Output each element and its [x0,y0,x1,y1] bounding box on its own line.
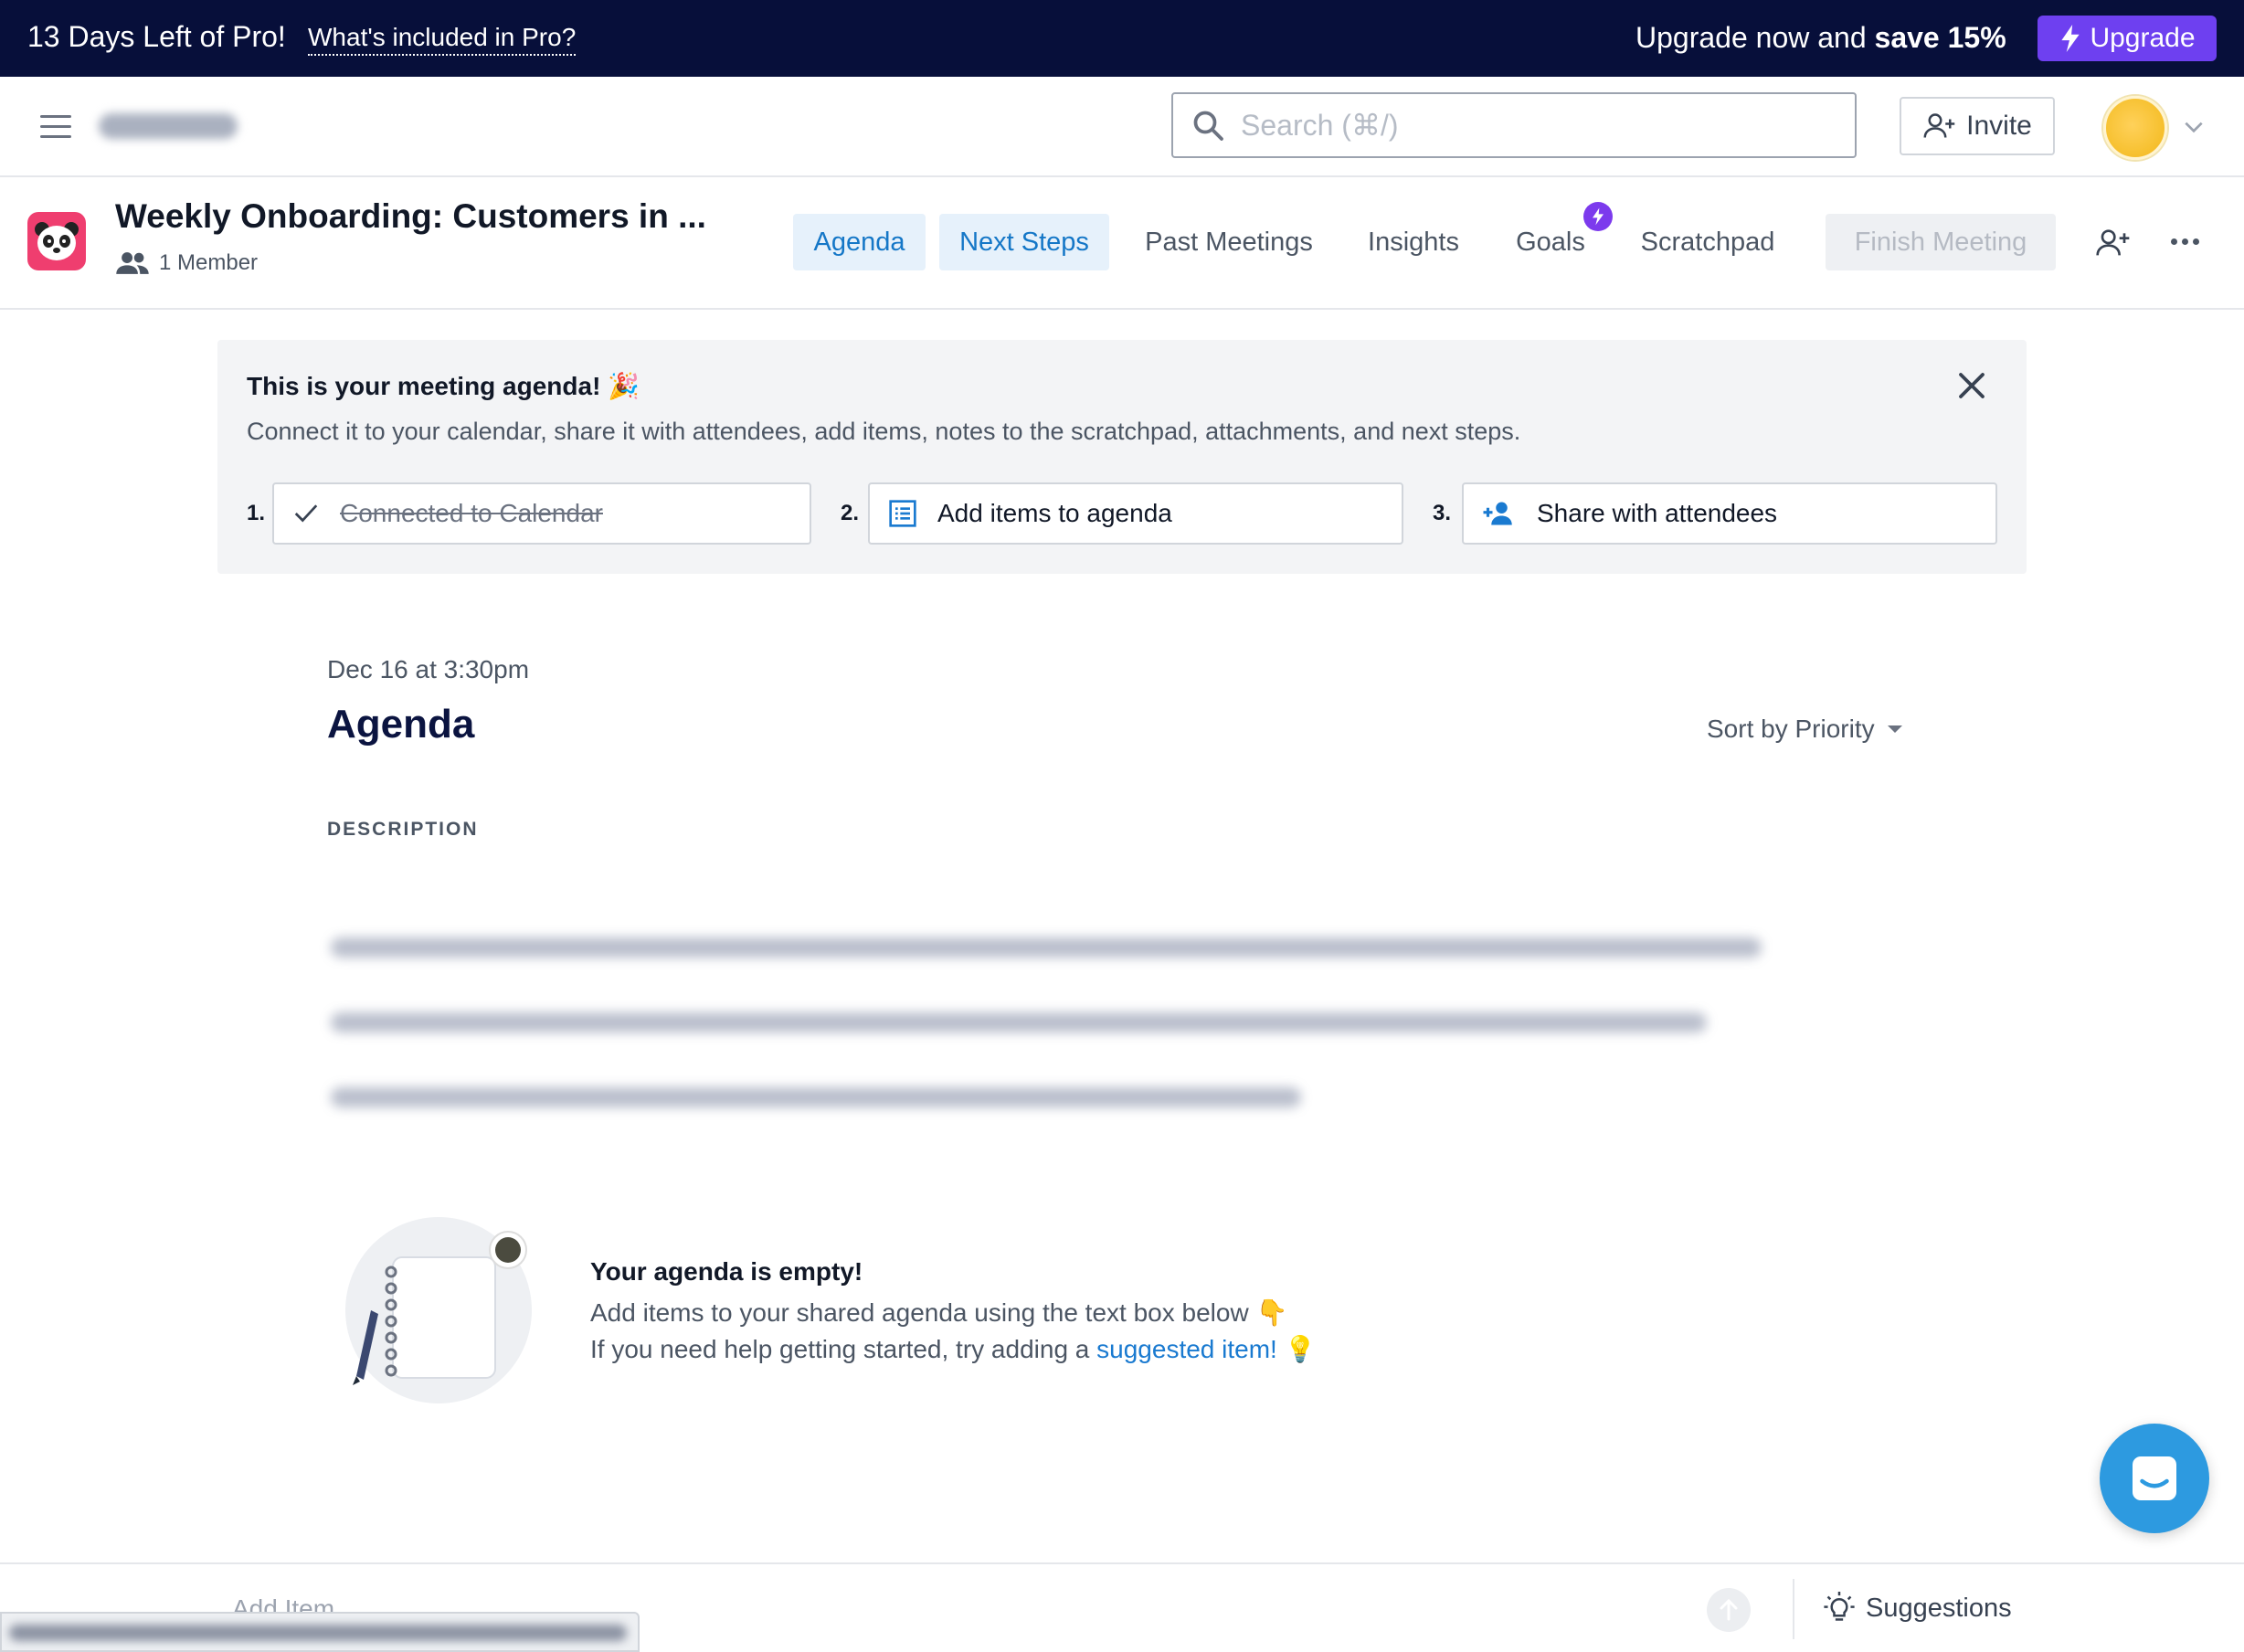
suggested-item-link[interactable]: suggested item! [1096,1335,1277,1363]
step-label: Connected to Calendar [340,499,603,527]
step-number: 3. [1433,501,1452,525]
list-icon [889,500,916,527]
add-user-icon[interactable] [2095,228,2132,259]
people-icon [116,252,149,274]
promo-banner: 13 Days Left of Pro! What's included in … [0,0,2244,77]
add-user-icon [1483,502,1512,525]
invite-label: Invite [1966,111,2032,141]
chat-support-button[interactable] [2100,1424,2209,1533]
step-add-items[interactable]: Add items to agenda [868,482,1403,545]
more-options-icon[interactable] [2171,232,2202,250]
onboarding-card: This is your meeting agenda! 🎉 Connect i… [217,340,2027,574]
step-share-attendees[interactable]: Share with attendees [1462,482,1997,545]
add-user-icon [1923,113,1955,138]
step-number: 1. [247,501,266,525]
description-label: DESCRIPTION [327,819,479,840]
close-icon[interactable] [1955,369,1988,402]
chevron-down-icon[interactable] [2182,115,2206,139]
meeting-date: Dec 16 at 3:30pm [327,655,530,683]
empty-state-line1: Add items to your shared agenda using th… [590,1298,1288,1327]
search-box[interactable] [1171,92,1857,158]
top-bar: Invite [0,77,2244,177]
panda-icon [27,212,86,270]
invite-button[interactable]: Invite [1900,97,2055,155]
check-icon [294,504,318,523]
divider [1793,1579,1794,1639]
lightbulb-icon [1824,1592,1855,1621]
onboarding-title: This is your meeting agenda! 🎉 [247,372,640,400]
upgrade-save-text: Upgrade now and save 15% [1635,21,2006,54]
send-button[interactable] [1707,1588,1751,1632]
empty-state-line2: If you need help getting started, try ad… [590,1335,1317,1363]
search-icon [1193,111,1223,141]
description-text[interactable] [331,937,1762,958]
tab-insights[interactable]: Insights [1354,214,1473,270]
browser-status-url [0,1612,640,1652]
whats-included-link[interactable]: What's included in Pro? [308,23,577,56]
step-connected-calendar[interactable]: Connected to Calendar [272,482,811,545]
onboarding-description: Connect it to your calendar, share it wi… [247,418,1521,445]
chat-icon [2133,1456,2176,1500]
lightning-icon [2061,25,2080,52]
avatar[interactable] [2103,96,2167,160]
step-label: Add items to agenda [937,499,1172,527]
sort-dropdown[interactable]: Sort by Priority [1707,715,1902,744]
description-text[interactable] [331,1087,1301,1107]
workspace-logo[interactable] [99,113,238,139]
tab-scratchpad[interactable]: Scratchpad [1625,214,1791,270]
menu-icon[interactable] [40,115,71,139]
search-input[interactable] [1241,108,1789,143]
agenda-heading: Agenda [327,702,475,747]
notebook-illustration [345,1217,532,1403]
suggestions-label: Suggestions [1866,1593,2012,1623]
tab-next-steps[interactable]: Next Steps [939,214,1109,270]
tab-goals[interactable]: Goals [1504,214,1597,270]
member-count[interactable]: 1 Member [115,250,258,276]
tab-past-meetings[interactable]: Past Meetings [1133,214,1325,270]
upgrade-button-label: Upgrade [2090,23,2196,53]
meeting-header: Weekly Onboarding: Customers in ... 1 Me… [0,177,2244,310]
sort-label: Sort by Priority [1707,715,1875,743]
suggestions-button[interactable]: Suggestions [1824,1592,2012,1625]
empty-state-title: Your agenda is empty! [590,1257,863,1286]
arrow-up-icon [1720,1598,1738,1621]
member-count-label: 1 Member [159,250,259,275]
description-text[interactable] [331,1012,1707,1032]
step-label: Share with attendees [1537,499,1778,527]
tab-agenda[interactable]: Agenda [793,214,926,270]
meeting-title[interactable]: Weekly Onboarding: Customers in ... [115,197,706,236]
step-number: 2. [841,501,860,525]
caret-down-icon [1887,725,1902,733]
trial-days-left: 13 Days Left of Pro! [27,20,286,53]
lightning-icon [1583,202,1613,231]
upgrade-button[interactable]: Upgrade [2038,16,2217,61]
finish-meeting-button[interactable]: Finish Meeting [1826,214,2056,270]
